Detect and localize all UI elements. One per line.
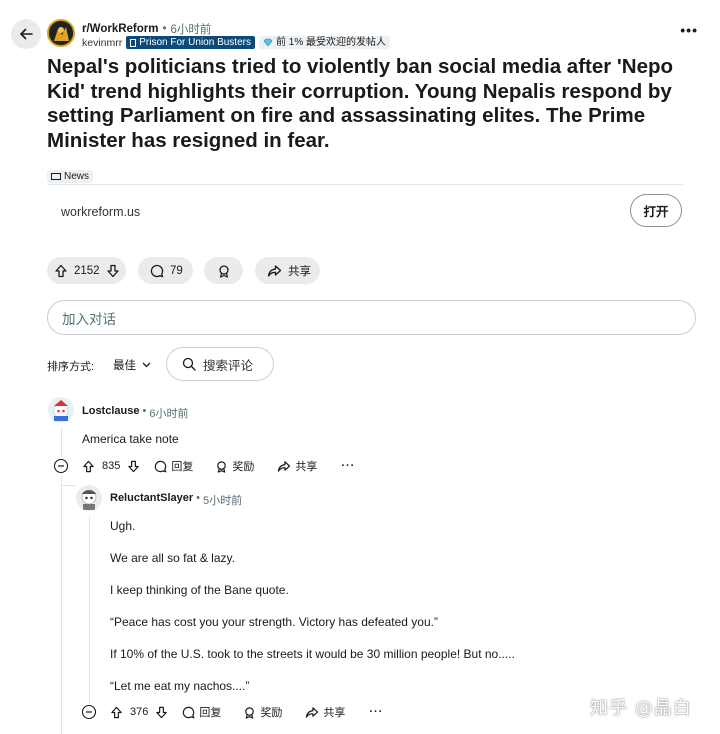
link-domain[interactable]: workreform.us [61, 205, 140, 219]
award-icon [218, 264, 229, 278]
comment-line: “Let me eat my nachos....” [110, 679, 250, 693]
comment-line: We are all so fat & lazy. [110, 551, 235, 565]
award-button[interactable] [204, 257, 243, 284]
collapse-icon[interactable] [53, 458, 69, 474]
avatar[interactable] [48, 397, 74, 423]
more-options-button[interactable]: ··· [369, 706, 383, 718]
newspaper-icon [51, 173, 61, 180]
comment-actions: 835 回复 奖励 共享 ··· [53, 456, 355, 476]
comment-actions: 376 回复 奖励 共享 ··· [81, 702, 383, 722]
reply-button[interactable]: 回复 [154, 458, 193, 474]
watermark: 知乎 @晶白 [590, 698, 692, 719]
comment-time: 5小时前 [203, 495, 243, 507]
achievement-badge[interactable]: 前 1% 最受欢迎的发帖人 [258, 36, 390, 49]
news-tag[interactable]: News [47, 170, 94, 183]
search-icon [182, 357, 196, 371]
link-preview[interactable]: workreform.us 打开 [47, 185, 692, 237]
downvote-icon[interactable] [106, 264, 120, 278]
award-button[interactable]: 奖励 [215, 458, 254, 474]
vote-count: 2152 [74, 264, 100, 277]
comment-vote: 376 [110, 706, 168, 719]
comment-line: If 10% of the U.S. took to the streets i… [110, 647, 515, 661]
comment-icon [183, 706, 195, 719]
subreddit-avatar[interactable] [47, 19, 75, 47]
comments-button[interactable]: 79 [138, 257, 193, 284]
award-icon [217, 460, 227, 473]
post-author[interactable]: kevinmrr [82, 37, 122, 49]
chevron-down-icon [142, 362, 151, 368]
share-icon [306, 706, 319, 718]
collapse-icon[interactable] [81, 704, 97, 720]
search-comments-button[interactable]: 搜索评论 [166, 347, 274, 381]
reply-button[interactable]: 回复 [182, 704, 221, 720]
flair-icon [130, 38, 137, 47]
arrow-left-icon [20, 28, 33, 40]
upvote-icon[interactable] [54, 264, 68, 278]
comment-icon [150, 264, 164, 277]
comment-icon [155, 460, 167, 473]
comment-line: “Peace has cost you your strength. Victo… [110, 615, 438, 629]
share-icon [278, 460, 291, 472]
subreddit-name[interactable]: r/WorkReform [82, 23, 158, 35]
comment-vote-count: 376 [130, 706, 149, 718]
thread-line[interactable] [61, 476, 62, 734]
post-time: 6小时前 [170, 24, 212, 36]
comment-author[interactable]: ReluctantSlayer [110, 492, 193, 508]
comment-vote: 835 [82, 460, 140, 473]
avatar[interactable] [76, 485, 102, 511]
upvote-icon[interactable] [82, 460, 95, 473]
back-button[interactable] [11, 19, 41, 49]
thread-line[interactable] [61, 428, 62, 457]
sort-label: 排序方式: [47, 361, 95, 373]
more-options-button[interactable]: ··· [341, 460, 355, 472]
share-icon [267, 264, 282, 277]
share-button[interactable]: 共享 [255, 257, 320, 284]
award-button[interactable]: 奖励 [243, 704, 282, 720]
share-button[interactable]: 共享 [277, 458, 317, 474]
comment-time: 6小时前 [149, 408, 189, 420]
more-options-button[interactable]: ••• [680, 22, 698, 38]
comment-line: Ugh. [110, 519, 136, 533]
user-flair: Prison For Union Busters [126, 36, 255, 49]
thread-line[interactable] [89, 516, 90, 704]
award-icon [245, 706, 255, 719]
diamond-icon [263, 38, 273, 47]
comment-line: I keep thinking of the Bane quote. [110, 583, 289, 597]
comment-meta: ReluctantSlayer • 5小时前 [110, 492, 243, 508]
comment-author[interactable]: Lostclause [82, 405, 139, 421]
upvote-icon[interactable] [110, 706, 123, 719]
vote-pill: 2152 [47, 257, 126, 284]
share-label: 共享 [288, 265, 311, 278]
open-link-button[interactable]: 打开 [630, 194, 682, 227]
join-conversation-input[interactable]: 加入对话 [47, 300, 696, 335]
comment-body: America take note [82, 432, 179, 446]
comment-meta: Lostclause • 6小时前 [82, 405, 189, 421]
downvote-icon[interactable] [155, 706, 168, 719]
post-title: Nepal's politicians tried to violently b… [47, 55, 674, 152]
comment-count: 79 [170, 264, 183, 277]
comment-vote-count: 835 [102, 460, 121, 472]
post-header-line: r/WorkReform • 6小时前 [82, 23, 212, 36]
thread-connector [61, 485, 75, 486]
post-author-line: kevinmrr Prison For Union Busters 前 1% 最… [82, 36, 390, 49]
share-button[interactable]: 共享 [305, 704, 345, 720]
sort-dropdown[interactable]: 最佳 [113, 357, 151, 373]
downvote-icon[interactable] [127, 460, 140, 473]
